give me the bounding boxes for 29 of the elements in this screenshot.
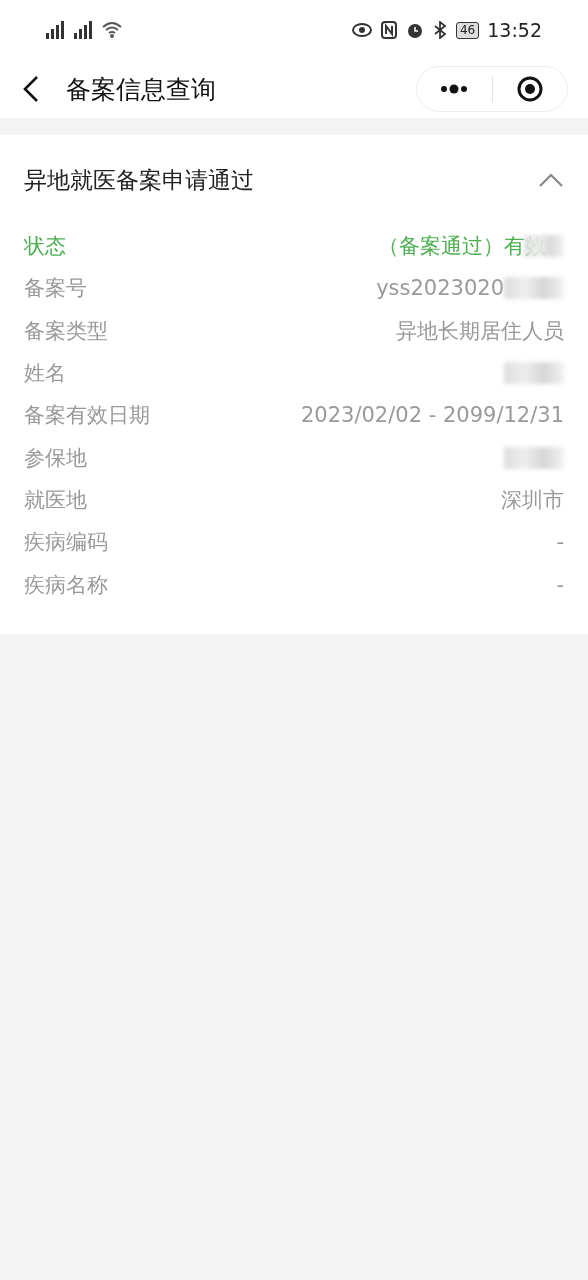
- nfc-icon: [379, 21, 398, 39]
- eye-icon: [351, 21, 372, 39]
- field-value: 深圳市: [501, 486, 564, 514]
- close-icon[interactable]: [515, 75, 544, 103]
- field-label: 状态: [24, 233, 66, 261]
- field-label: 备案类型: [24, 317, 108, 345]
- field-label: 疾病名称: [24, 571, 108, 599]
- wifi-icon: [102, 21, 122, 39]
- more-icon[interactable]: [440, 84, 469, 94]
- field-value: 2023/02/02 - 2099/12/31: [301, 403, 564, 428]
- field-value: yss2023020: [376, 276, 504, 301]
- field-value: -: [556, 530, 564, 555]
- field-label: 备案号: [24, 275, 87, 303]
- field-value: -: [556, 572, 564, 597]
- alarm-icon: [405, 21, 424, 39]
- chevron-up-icon[interactable]: [538, 172, 564, 188]
- field-value: （备案通过）有效: [378, 233, 546, 261]
- battery-level: 46: [455, 21, 480, 39]
- field-label: 参保地: [24, 444, 87, 472]
- field-label: 疾病编码: [24, 529, 108, 557]
- page-title: 备案信息查询: [66, 73, 217, 106]
- card-title: 异地就医备案申请通过: [24, 165, 254, 195]
- field-label: 备案有效日期: [24, 402, 150, 430]
- signal-icon: [46, 21, 66, 39]
- field-label: 姓名: [24, 360, 66, 388]
- clock-time: 13:52: [487, 19, 542, 41]
- field-label: 就医地: [24, 486, 87, 514]
- signal-icon: [74, 21, 94, 39]
- field-value: 异地长期居住人员: [396, 317, 564, 345]
